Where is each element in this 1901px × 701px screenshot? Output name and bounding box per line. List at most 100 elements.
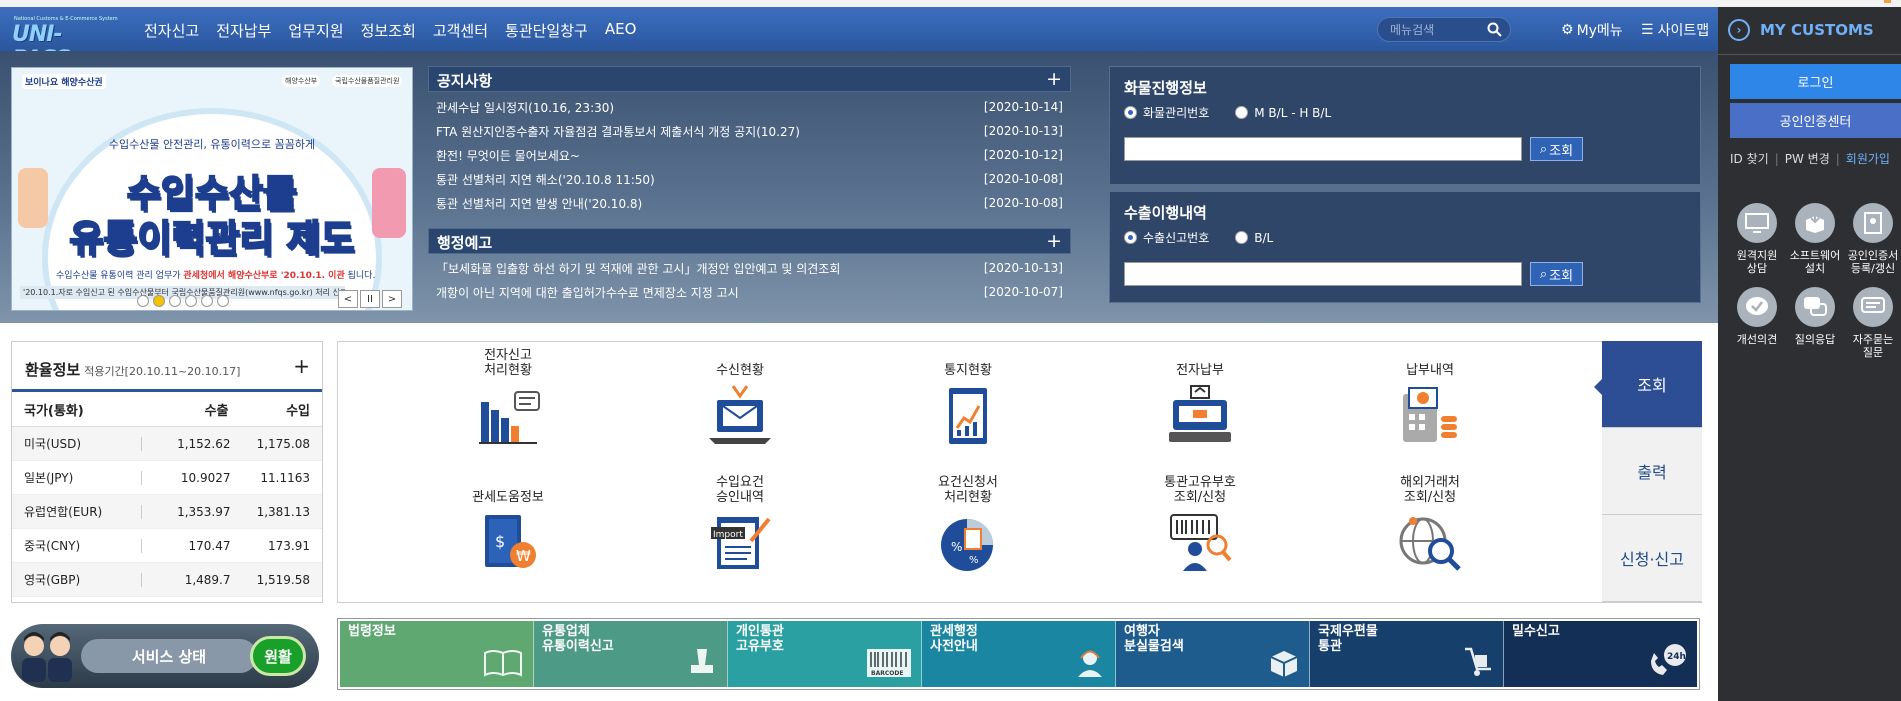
promo-banner[interactable]: 보이나요 해양수산권 해양수산부 국립수산물품질관리원 수입수산물 안전관리, …: [11, 67, 413, 311]
side-service-certificate[interactable]: 공인인증서 등록/갱신: [1842, 203, 1901, 275]
shortcut-smuggling-report[interactable]: 밀수신고 24h: [1504, 621, 1697, 687]
my-customs-header[interactable]: › MY CUSTOMS: [1728, 19, 1874, 41]
shortcut-personal-code[interactable]: 개인통관 고유부호 BARCODE: [728, 621, 922, 687]
notice-item[interactable]: 환전! 무엇이든 물어보세요~ [2020-10-12]: [428, 143, 1071, 167]
export-number-input[interactable]: [1124, 262, 1522, 286]
quick-item-receipt-status[interactable]: 수신현황: [680, 348, 800, 448]
slide-prev-button[interactable]: <: [338, 290, 358, 308]
slide-dot[interactable]: [185, 295, 197, 307]
quick-item-overseas-partner[interactable]: 해외거래처 조회/신청: [1370, 475, 1490, 575]
tab-application[interactable]: 신청·신고: [1602, 515, 1702, 602]
quick-item-requirement-status[interactable]: 요건신청서 처리현황 %%: [908, 475, 1028, 575]
quick-item-payment-history[interactable]: 납부내역: [1370, 348, 1490, 448]
svg-text:%: %: [969, 555, 979, 566]
shortcut-admin-guide[interactable]: 관세행정 사전안내: [922, 621, 1116, 687]
exchange-rate-more-button[interactable]: +: [293, 354, 310, 378]
book-won-icon: $ ₩: [475, 511, 541, 575]
slide-dot-active[interactable]: [153, 295, 165, 307]
laptop-mail-icon: [707, 384, 773, 448]
slide-next-button[interactable]: >: [382, 290, 402, 308]
exchange-rate-row: 미국(USD) 1,152.62 1,175.08: [12, 427, 322, 461]
top-strip: [0, 0, 1901, 7]
side-service-software[interactable]: 소프트웨어 설치: [1784, 203, 1846, 275]
barcode-icon: BARCODE: [867, 649, 911, 681]
exchange-rate-row: 일본(JPY) 10.9027 11.1163: [12, 461, 322, 495]
import-document-icon: Import: [707, 511, 773, 575]
nav-item-single-window[interactable]: 통관단일창구: [505, 20, 588, 41]
shortcut-law-info[interactable]: 법령정보: [340, 621, 534, 687]
cargo-option-mrn[interactable]: 화물관리번호: [1124, 104, 1209, 121]
nav-item-edeclare[interactable]: 전자신고: [144, 20, 199, 41]
hotline-label: 24h: [1667, 652, 1686, 662]
quick-item-notice-status[interactable]: 통지현황: [908, 348, 1028, 448]
export-search-button[interactable]: ⌕ 조회: [1530, 262, 1583, 286]
report-chart-icon: [935, 384, 1001, 448]
side-service-remote[interactable]: 원격지원 상담: [1726, 203, 1788, 275]
nav-item-aeo[interactable]: AEO: [605, 20, 637, 41]
cargo-number-input[interactable]: [1124, 137, 1522, 161]
search-icon[interactable]: [1487, 22, 1502, 41]
quick-item-import-approval[interactable]: 수입요건 승인내역 Import: [680, 475, 800, 575]
cert-center-button[interactable]: 공인인증센터: [1730, 103, 1901, 138]
quick-item-epayment[interactable]: 전자납부: [1140, 348, 1260, 448]
mymenu-button[interactable]: ⚙ My메뉴: [1561, 20, 1623, 40]
chevron-right-icon: ›: [1728, 19, 1750, 41]
sitemap-button[interactable]: ☰ 사이트맵: [1641, 20, 1709, 40]
export-option-declaration[interactable]: 수출신고번호: [1124, 229, 1209, 246]
check-bubble-icon: [1737, 287, 1777, 327]
shortcut-lost-property[interactable]: 여행자 분실물검색: [1116, 621, 1310, 687]
quick-item-clearance-code[interactable]: 통관고유부호 조회/신청: [1140, 475, 1260, 575]
radio-icon: [1235, 231, 1249, 244]
slide-indicators: [137, 295, 229, 307]
cargo-tracking-panel: 화물진행정보 화물관리번호 M B/L - H B/L ⌕ 조회: [1109, 66, 1701, 185]
notice-item[interactable]: FTA 원산지인증수출자 자율점검 결과통보서 제출서식 개정 공지(10.27…: [428, 119, 1071, 143]
notice-item[interactable]: 통관 선별처리 지연 해소('20.10.8 11:50) [2020-10-08…: [428, 167, 1071, 191]
export-option-bl[interactable]: B/L: [1235, 231, 1273, 245]
radio-checked-icon: [1124, 106, 1137, 119]
join-link[interactable]: 회원가입: [1846, 152, 1890, 166]
side-service-feedback[interactable]: 개선의견: [1726, 287, 1788, 346]
side-service-faq[interactable]: 자주묻는 질문: [1842, 287, 1901, 359]
shortcut-intl-mail[interactable]: 국제우편물 통관: [1310, 621, 1504, 687]
notice-more-button[interactable]: +: [1046, 68, 1062, 90]
tab-print[interactable]: 출력: [1602, 428, 1702, 515]
nav-item-support[interactable]: 업무지원: [288, 20, 343, 41]
tab-inquiry[interactable]: 조회: [1594, 341, 1702, 428]
nav-item-customer-center[interactable]: 고객센터: [433, 20, 488, 41]
slide-dot[interactable]: [169, 295, 181, 307]
stamp-icon: [687, 645, 717, 681]
unipass-logo[interactable]: National Customs & E-Commerce System UNI…: [12, 16, 118, 72]
cargo-option-bl[interactable]: M B/L - H B/L: [1235, 106, 1331, 120]
slide-pause-button[interactable]: II: [360, 290, 380, 308]
payment-terminal-icon: [1167, 384, 1233, 448]
exchange-rate-row: 유럽연합(EUR) 1,353.97 1,381.13: [12, 495, 322, 529]
service-status-widget[interactable]: 서비스 상태 원활: [11, 624, 319, 688]
nav-item-inquiry[interactable]: 정보조회: [361, 20, 416, 41]
exchange-rate-title: 환율정보: [25, 361, 81, 379]
notice-item[interactable]: 관세수납 일시정지(10.16, 23:30) [2020-10-14]: [428, 95, 1071, 119]
gear-icon: ⚙: [1561, 22, 1574, 38]
slide-dot[interactable]: [201, 295, 213, 307]
admin-notice-board: 행정예고 + 「보세화물 입출항 하선 하기 및 적재에 관한 고시」개정안 입안…: [428, 228, 1071, 304]
find-id-link[interactable]: ID 찾기: [1730, 152, 1769, 166]
slide-dot[interactable]: [137, 295, 149, 307]
banner-tag: 보이나요 해양수산권: [22, 74, 106, 89]
login-button[interactable]: 로그인: [1730, 64, 1901, 99]
slide-dot[interactable]: [217, 295, 229, 307]
my-customs-title: MY CUSTOMS: [1760, 21, 1874, 39]
admin-notice-item[interactable]: 「보세화물 입출항 하선 하기 및 적재에 관한 고시」개정안 입안예고 및 의…: [428, 256, 1071, 280]
service-shortcut-bar: 법령정보 유통업체 유통이력신고 개인통관 고유부호 BARCODE 관세행정 사…: [337, 618, 1700, 690]
service-status-label: 서비스 상태: [81, 639, 257, 673]
admin-notice-more-button[interactable]: +: [1046, 230, 1062, 252]
nav-item-epay[interactable]: 전자납부: [216, 20, 271, 41]
admin-notice-item[interactable]: 개항이 아닌 지역에 대한 출입허가수수료 면제장소 지정 고시 [2020-10…: [428, 280, 1071, 304]
side-service-qna[interactable]: 질의응답: [1784, 287, 1846, 346]
slide-controls: < II >: [338, 290, 402, 308]
menu-search-input[interactable]: [1390, 21, 1480, 39]
cargo-search-button[interactable]: ⌕ 조회: [1530, 137, 1583, 161]
change-pw-link[interactable]: PW 변경: [1785, 152, 1830, 166]
quick-item-edeclare-status[interactable]: 전자신고 처리현황: [448, 348, 568, 448]
quick-item-customs-help[interactable]: 관세도움정보 $ ₩: [448, 475, 568, 575]
shortcut-distribution-report[interactable]: 유통업체 유통이력신고: [534, 621, 728, 687]
notice-item[interactable]: 통관 선별처리 지연 발생 안내('20.10.8) [2020-10-08]: [428, 191, 1071, 215]
